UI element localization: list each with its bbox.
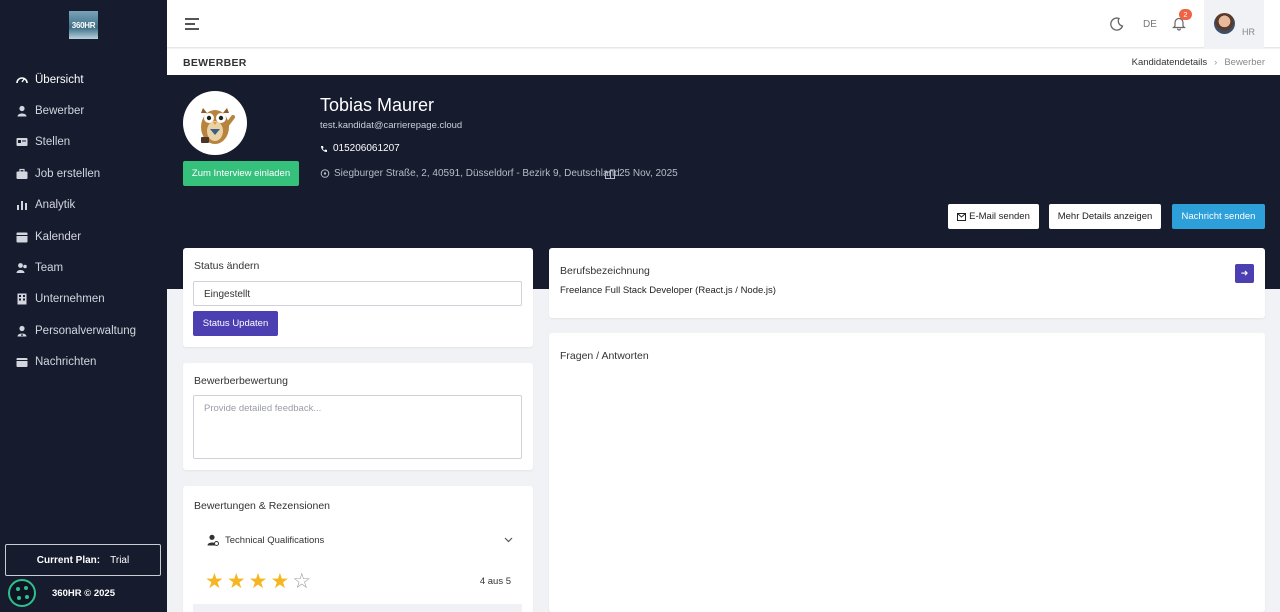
mail-icon — [957, 212, 967, 221]
sidebar-item-stellen[interactable]: Stellen — [0, 127, 167, 158]
sidebar-item-uebersicht[interactable]: Übersicht — [0, 64, 167, 95]
sidebar-item-team[interactable]: Team — [0, 252, 167, 283]
sidebar-item-label: Kalender — [35, 230, 82, 243]
team-icon — [16, 263, 27, 274]
user-icon — [17, 105, 27, 117]
sidebar-item-job-erstellen[interactable]: Job erstellen — [0, 158, 167, 189]
user-tie-icon — [17, 325, 27, 337]
sidebar-item-label: Analytik — [35, 199, 76, 212]
id-card-icon — [16, 138, 28, 147]
language-switch[interactable]: DE — [1143, 19, 1157, 30]
star-empty-icon[interactable]: ☆ — [292, 571, 311, 592]
open-job-arrow-icon[interactable]: ➜ — [1235, 264, 1254, 283]
sidebar-item-label: Nachrichten — [35, 356, 97, 369]
gauge-icon — [16, 76, 28, 83]
app-logo[interactable]: 360HR — [69, 11, 98, 39]
sidebar-item-label: Übersicht — [35, 73, 84, 86]
breadcrumb-link[interactable]: Kandidatendetails — [1132, 57, 1208, 68]
candidate-phone: 015206061207 — [320, 143, 400, 154]
candidate-address: Siegburger Straße, 2, 40591, Düsseldorf … — [320, 168, 620, 179]
candidate-avatar — [183, 91, 247, 155]
location-pin-icon — [320, 168, 330, 178]
more-details-button[interactable]: Mehr Details anzeigen — [1049, 204, 1161, 229]
page-header: BEWERBER Kandidatendetails › Bewerber — [167, 49, 1280, 75]
plan-label: Current Plan: — [36, 554, 101, 566]
qa-card: Fragen / Antworten — [549, 333, 1265, 612]
dark-mode-icon[interactable] — [1110, 17, 1124, 31]
breadcrumb-current: Bewerber — [1224, 57, 1265, 68]
briefcase-icon — [16, 168, 28, 179]
message-icon — [16, 358, 28, 368]
star-rating[interactable]: ★ ★ ★ ★ ☆ — [205, 571, 311, 592]
sidebar-item-analytik[interactable]: Analytik — [0, 190, 167, 221]
review-category-label: Technical Qualifications — [225, 534, 325, 546]
avatar — [1214, 13, 1235, 34]
send-email-label: E-Mail senden — [969, 211, 1030, 222]
sidebar-nav: Übersicht Bewerber Stellen Job erstellen… — [0, 64, 167, 378]
job-title-value: Freelance Full Stack Developer (React.js… — [560, 285, 776, 296]
chevron-down-icon[interactable] — [504, 537, 513, 543]
sidebar-item-label: Job erstellen — [35, 167, 101, 180]
chevron-right-icon: › — [1214, 57, 1218, 68]
update-status-button[interactable]: Status Updaten — [193, 311, 278, 336]
reviews-card-title: Bewertungen & Rezensionen — [194, 500, 331, 512]
sidebar: 360HR Übersicht Bewerber Stellen Job ers… — [0, 0, 167, 612]
date-text: 25 Nov, 2025 — [619, 168, 678, 179]
calendar-icon — [16, 232, 28, 243]
user-menu[interactable]: HR — [1204, 0, 1264, 48]
review-section-footer — [193, 604, 522, 612]
sidebar-item-personalverwaltung[interactable]: Personalverwaltung — [0, 315, 167, 346]
user-initials: HR — [1242, 27, 1255, 37]
qa-card-title: Fragen / Antworten — [560, 350, 649, 362]
reviews-card: Bewertungen & Rezensionen Technical Qual… — [183, 486, 533, 612]
sidebar-item-bewerber[interactable]: Bewerber — [0, 95, 167, 126]
copyright-text: 360HR © 2025 — [52, 587, 115, 599]
current-plan-box[interactable]: Current Plan: Trial — [5, 544, 161, 576]
sidebar-item-nachrichten[interactable]: Nachrichten — [0, 347, 167, 378]
star-filled-icon[interactable]: ★ — [270, 571, 289, 592]
status-card-title: Status ändern — [194, 260, 260, 272]
star-filled-icon[interactable]: ★ — [227, 571, 246, 592]
topbar: DE 2 HR — [167, 0, 1280, 48]
sidebar-item-label: Personalverwaltung — [35, 324, 137, 337]
status-select[interactable]: Eingestellt — [193, 281, 522, 306]
page-title: BEWERBER — [183, 57, 247, 69]
rating-score: 4 aus 5 — [479, 576, 511, 587]
user-gear-icon — [207, 534, 219, 546]
sidebar-item-label: Unternehmen — [35, 293, 105, 306]
bar-chart-icon — [17, 201, 27, 211]
invite-interview-button[interactable]: Zum Interview einladen — [183, 161, 299, 186]
notification-badge: 2 — [1179, 9, 1192, 20]
send-message-button[interactable]: Nachricht senden — [1172, 204, 1265, 229]
building-icon — [17, 293, 27, 305]
candidate-email: test.kandidat@carrierepage.cloud — [320, 120, 463, 131]
send-email-button[interactable]: E-Mail senden — [948, 204, 1039, 229]
sidebar-item-kalender[interactable]: Kalender — [0, 221, 167, 252]
breadcrumb: Kandidatendetails › Bewerber — [1132, 57, 1265, 68]
star-filled-icon[interactable]: ★ — [249, 571, 268, 592]
owl-mascot-icon — [201, 108, 235, 144]
plan-value: Trial — [110, 554, 130, 566]
candidate-date: 25 Nov, 2025 — [605, 168, 678, 179]
job-title-card: Berufsbezeichnung Freelance Full Stack D… — [549, 248, 1265, 318]
review-category-row[interactable]: Technical Qualifications — [207, 534, 513, 546]
sidebar-footer: 360HR © 2025 — [8, 579, 115, 607]
sidebar-item-label: Team — [35, 262, 64, 275]
menu-toggle-icon[interactable] — [185, 18, 199, 30]
phone-icon — [321, 145, 327, 152]
candidate-name: Tobias Maurer — [320, 95, 435, 115]
feedback-card: Bewerberbewertung Provide detailed feedb… — [183, 363, 533, 470]
phone-text: 015206061207 — [333, 143, 400, 154]
job-card-title: Berufsbezeichnung — [560, 265, 650, 277]
status-card: Status ändern Eingestellt Status Updaten — [183, 248, 533, 347]
building-icon — [605, 169, 615, 179]
feedback-card-title: Bewerberbewertung — [194, 375, 288, 387]
sidebar-item-unternehmen[interactable]: Unternehmen — [0, 284, 167, 315]
sidebar-item-label: Stellen — [35, 136, 71, 149]
star-filled-icon[interactable]: ★ — [205, 571, 224, 592]
sidebar-item-label: Bewerber — [35, 105, 85, 118]
brand-orb-icon — [8, 579, 36, 607]
address-text: Siegburger Straße, 2, 40591, Düsseldorf … — [334, 168, 620, 179]
feedback-textarea[interactable]: Provide detailed feedback... — [193, 395, 522, 459]
